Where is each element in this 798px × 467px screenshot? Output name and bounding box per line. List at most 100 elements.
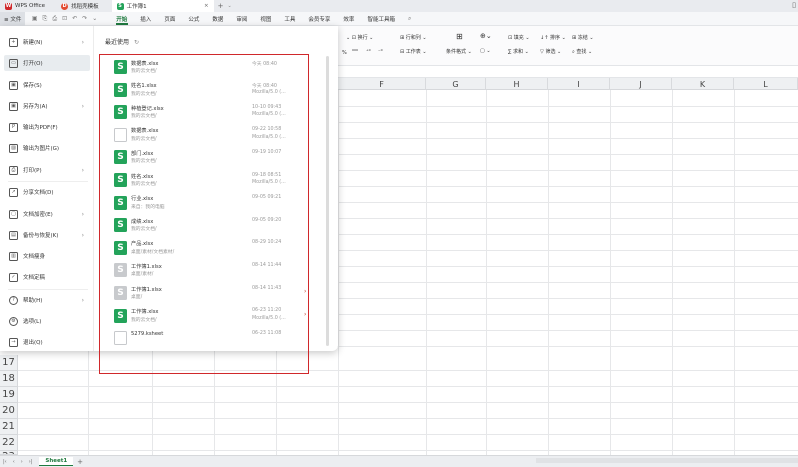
menu-encrypt[interactable]: ▢ 文档加密(E) › (4, 206, 90, 222)
print-icon[interactable]: ⎙ (50, 15, 60, 23)
menu-tools[interactable]: 工具 (278, 12, 302, 26)
row-header-19[interactable]: 19 (0, 387, 18, 403)
filter-button[interactable]: ▽ 筛选 ⌄ (540, 48, 561, 55)
horizontal-scrollbar[interactable] (536, 458, 798, 463)
column-header-i[interactable]: I (548, 78, 610, 90)
percent-button[interactable]: % (342, 50, 347, 56)
refresh-icon[interactable]: ↻ (134, 39, 139, 46)
file-name: 姓名1.xlsx (131, 83, 157, 90)
recent-file-item[interactable]: S 种植登记.xlsx 我的云文档/10-10 09:43 Mozilla/5.0 (… (100, 101, 307, 124)
wrap-text-button[interactable]: ⌄ ⊡ 换行 ⌄ (346, 34, 373, 41)
cond-format-button[interactable]: 条件格式 ⌄ (446, 48, 472, 55)
menu-open[interactable]: ▭ 打开(O) (4, 55, 90, 71)
recent-file-item[interactable]: 5279.ksheet 06-23 11:08 (100, 327, 307, 350)
undo-icon[interactable]: ↶ (70, 15, 80, 22)
menu-options[interactable]: ⚙ 选项(L) (4, 313, 90, 329)
menu-insert[interactable]: 插入 (134, 12, 158, 26)
menu-help[interactable]: ? 帮助(H) › (4, 292, 90, 308)
tab-wps-office[interactable]: W WPS Office (0, 0, 50, 12)
last-sheet-icon[interactable]: ›| (26, 459, 36, 465)
chevron-down-icon[interactable]: ⌄ (90, 15, 100, 22)
sort-button[interactable]: ↓↑ 排序 ⌄ (540, 34, 566, 41)
chevron-right-icon: › (81, 38, 84, 46)
tab-docer-templates[interactable]: D 找稻壳模板 (56, 0, 104, 12)
menu-new[interactable]: + 新建(N) › (4, 34, 90, 50)
menu-print[interactable]: ⎙ 打印(P) › (4, 162, 90, 178)
menu-export-image[interactable]: ▨ 输出为图片(G) (4, 140, 90, 156)
find-button[interactable]: ⌕ 查找 ⌄ (572, 48, 592, 55)
new-tab-button[interactable]: + (214, 2, 228, 10)
row-header-21[interactable]: 21 (0, 419, 18, 435)
recent-file-item[interactable]: S 行业.xlsx 来自：我的电脑 09-05 09:21 (100, 192, 307, 215)
column-header-l[interactable]: L (734, 78, 798, 90)
menu-share[interactable]: ↗ 分享文档(D) (4, 184, 90, 200)
freeze-button[interactable]: ⊞ 冻结 ⌄ (572, 34, 594, 41)
menu-formula[interactable]: 公式 (182, 12, 206, 26)
chevron-right-icon[interactable]: › (304, 288, 306, 295)
column-header-j[interactable]: J (610, 78, 672, 90)
tab-workbook1[interactable]: S 工作簿1 × (111, 0, 214, 12)
menu-save-as[interactable]: ▣ 另存为(A) › (4, 98, 90, 114)
menu-data[interactable]: 数据 (206, 12, 230, 26)
row-header-22[interactable]: 22 (0, 435, 18, 451)
chevron-right-icon[interactable]: › (304, 311, 306, 318)
fill-button[interactable]: ⊡ 填充 ⌄ (508, 34, 530, 41)
menu-view[interactable]: 视图 (254, 12, 278, 26)
save-icon[interactable]: ▣ (29, 15, 40, 22)
menu-member[interactable]: 会员专享 (302, 12, 337, 26)
recent-file-item[interactable]: S 数据表.xlsx 我的云文档/今天 08:40 (100, 56, 307, 79)
decrease-decimal-button[interactable]: ⁻⁰ (378, 49, 383, 55)
worksheet-button[interactable]: ⊟ 工作表 ⌄ (400, 48, 427, 55)
row-col-button[interactable]: ⊞ 行和列 ⌄ (400, 34, 427, 41)
recent-list-scrollbar[interactable] (326, 56, 329, 346)
add-sheet-button[interactable]: + (77, 458, 83, 466)
column-header-k[interactable]: K (672, 78, 734, 90)
increase-decimal-button[interactable]: ⁺⁰ (366, 49, 371, 55)
redo-icon[interactable]: ↷ (80, 15, 90, 22)
sheet-tab-sheet1[interactable]: Sheet1 (39, 457, 74, 466)
row-header-18[interactable]: 18 (0, 371, 18, 387)
menu-home[interactable]: 开始 (110, 12, 134, 26)
window-control-icon[interactable]: ▯ (792, 1, 796, 9)
recent-file-item[interactable]: S 工作簿1.xlsx 桌面/08-14 11:43 (100, 282, 307, 305)
menu-export-pdf[interactable]: P 输出为PDF(F) (4, 119, 90, 135)
menu-exit[interactable]: → 退出(Q) (4, 334, 90, 350)
spreadsheet-file-icon: S (114, 82, 127, 97)
recent-file-item[interactable]: 数据表.xlsx 我的云文档/09-22 10:58 Mozilla/5.0 (..… (100, 124, 307, 147)
sum-button[interactable]: ∑ 求和 ⌄ (508, 48, 529, 55)
recent-file-item[interactable]: S 成绩.xlsx 我的云文档/09-05 09:20 (100, 214, 307, 237)
first-sheet-icon[interactable]: |‹ (0, 459, 10, 465)
file-path: 桌面/ (131, 295, 143, 300)
chevron-down-icon[interactable]: ⌄ (227, 3, 231, 9)
thousands-button[interactable]: ⁰⁰⁰ (352, 49, 358, 55)
export-pdf-icon[interactable]: ⎘ (40, 15, 50, 23)
recent-file-item[interactable]: S 工作簿.xlsx 我的云文档/06-23 11:20 Mozilla/5.0 (.… (100, 305, 307, 328)
menu-review[interactable]: 审阅 (230, 12, 254, 26)
recent-file-item[interactable]: S 部门.xlsx 我的云文档/09-19 10:07 (100, 146, 307, 169)
table-style-icon[interactable]: ⊞ (456, 32, 463, 41)
close-tab-icon[interactable]: × (204, 3, 209, 9)
recent-file-item[interactable]: S 工作簿1.xlsx 桌面/素材/08-14 11:44 (100, 259, 307, 282)
column-header-g[interactable]: G (426, 78, 486, 90)
search-icon[interactable]: ⌕ (405, 15, 413, 23)
menu-finalize[interactable]: ✓ 文档定稿 (4, 269, 90, 285)
menu-save[interactable]: ▣ 保存(S) (4, 77, 90, 93)
menu-slim[interactable]: ▥ 文档瘦身 (4, 248, 90, 264)
paint-icon[interactable]: ⊕⌄ (480, 32, 492, 40)
row-header-17[interactable]: 17 (0, 355, 18, 371)
menu-backup[interactable]: ▤ 备份与恢复(K) › (4, 227, 90, 243)
recent-file-item[interactable]: S 产品.xlsx 桌面/素材/文档素材/08-29 10:24 (100, 237, 307, 260)
menu-smart-toolbox[interactable]: 智能工具箱 (361, 12, 402, 26)
cell-button[interactable]: ▢ ⌄ (480, 48, 491, 54)
next-sheet-icon[interactable]: › (18, 459, 26, 465)
menu-efficiency[interactable]: 效率 (337, 12, 361, 26)
recent-file-item[interactable]: S 姓名.xlsx 我的云文档/09-18 08:51 Mozilla/5.0 (..… (100, 169, 307, 192)
file-menu-button[interactable]: ≡ 文件 (0, 11, 26, 26)
print-preview-icon[interactable]: ⊡ (60, 15, 70, 22)
row-header-20[interactable]: 20 (0, 403, 18, 419)
prev-sheet-icon[interactable]: ‹ (10, 459, 18, 465)
column-header-h[interactable]: H (486, 78, 548, 90)
recent-file-item[interactable]: S 姓名1.xlsx 我的云文档/今天 08:40 Mozilla/5.0 (... (100, 79, 307, 102)
menu-page[interactable]: 页面 (158, 12, 182, 26)
column-header-f[interactable]: F (338, 78, 426, 90)
